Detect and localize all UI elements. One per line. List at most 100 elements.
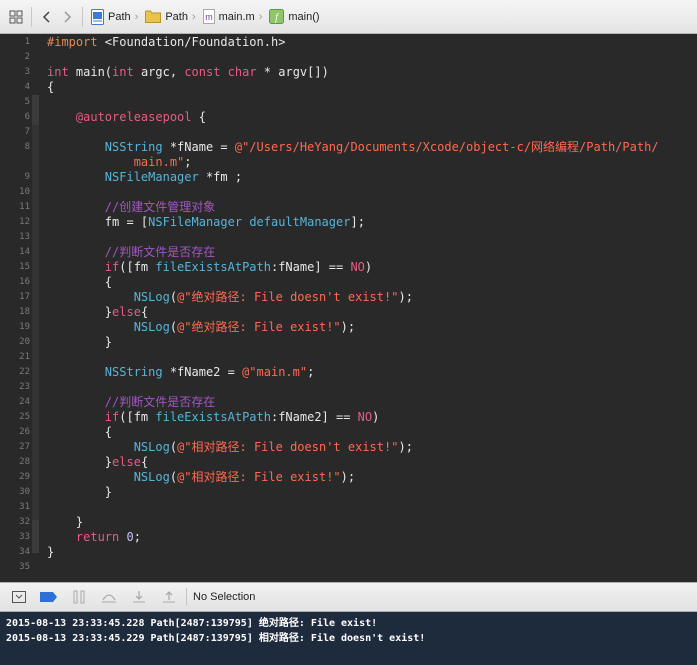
step-out-button[interactable] (154, 583, 184, 611)
line-number: 7 (24, 127, 30, 137)
code-token: ) (364, 260, 373, 274)
code-line: if([fm fileExistsAtPath:fName2] == NO) (47, 410, 380, 425)
pause-button[interactable] (64, 583, 94, 611)
line-number: 21 (19, 352, 30, 362)
line-number: 10 (19, 187, 30, 197)
step-into-button[interactable] (124, 583, 154, 611)
line-number: 22 (19, 367, 30, 377)
code-line: NSString *fName2 = @"main.m"; (47, 365, 315, 380)
code-fold-ribbon[interactable] (32, 125, 39, 520)
line-number: 33 (19, 532, 30, 542)
line-number: 12 (19, 217, 30, 227)
code-line: NSLog(@"绝对路径: File doesn't exist!"); (47, 290, 413, 305)
breadcrumb-project[interactable]: Path (91, 8, 131, 25)
code-token: defaultManager (249, 215, 351, 229)
code-token: :fName2] == (270, 410, 358, 424)
line-number: 3 (24, 67, 30, 77)
code-token: fileExistsAtPath (155, 410, 271, 424)
code-token: NSString (104, 140, 163, 154)
code-token: main.m" (47, 155, 185, 169)
console-line: 2015-08-13 23:33:45.229 Path[2487:139795… (6, 633, 426, 644)
code-token: NSString (104, 365, 163, 379)
breakpoints-toggle-button[interactable] (34, 583, 64, 611)
line-number: 17 (19, 292, 30, 302)
code-line: //判断文件是否存在 (47, 395, 215, 410)
code-line: int main(int argc, const char * argv[]) (47, 65, 329, 80)
hide-debug-area-icon (12, 591, 26, 603)
line-number: 29 (19, 472, 30, 482)
line-number: 30 (19, 487, 30, 497)
objc-file-icon: m (202, 9, 215, 24)
step-out-icon (163, 591, 175, 603)
line-number: 19 (19, 322, 30, 332)
code-token: //判断文件是否存在 (104, 245, 216, 259)
code-line: } (47, 515, 83, 530)
forward-button[interactable] (57, 7, 77, 27)
line-number: 1 (24, 37, 30, 47)
chevron-right-icon: › (258, 10, 263, 23)
jump-bar: Path › Path › m main.m › f main() (0, 0, 697, 34)
line-number: 27 (19, 442, 30, 452)
line-number: 9 (24, 172, 30, 182)
code-token: ); (398, 290, 413, 304)
step-over-button[interactable] (94, 583, 124, 611)
source-editor[interactable]: 1 #import <Foundation/Foundation.h> 2 3 int … (0, 34, 697, 582)
code-token: @"绝对路径: File exist!" (177, 320, 341, 334)
svg-text:m: m (205, 12, 213, 22)
code-line: }else{ (47, 305, 148, 320)
step-over-icon (102, 594, 116, 603)
code-token: ( (169, 320, 178, 334)
code-token: ); (340, 470, 356, 484)
console-line: 2015-08-13 23:33:45.228 Path[2487:139795… (6, 618, 378, 629)
code-token: main( (68, 65, 113, 79)
code-token: <Foundation/Foundation.h> (97, 35, 286, 49)
breadcrumb-function[interactable]: f main() (269, 9, 320, 24)
line-number: 8 (24, 142, 30, 152)
line-number: 23 (19, 382, 30, 392)
line-number: 14 (19, 247, 30, 257)
code-token: int (112, 65, 134, 79)
code-token: NSLog (133, 440, 170, 454)
breadcrumb-file[interactable]: m main.m (202, 9, 255, 24)
code-token: NSLog (133, 290, 170, 304)
code-token: @"绝对路径: File doesn't exist!" (177, 290, 399, 304)
code-token: //判断文件是否存在 (104, 395, 216, 409)
code-token: ( (169, 290, 178, 304)
pause-icon (73, 590, 85, 604)
line-number: 4 (24, 82, 30, 92)
code-token: } (47, 545, 55, 559)
line-number: 11 (19, 202, 30, 212)
code-token: return (75, 530, 120, 544)
code-token: { (47, 80, 55, 94)
code-token: ([fm (119, 260, 156, 274)
back-button[interactable] (37, 7, 57, 27)
code-line: } (47, 335, 112, 350)
hide-debug-area-button[interactable] (4, 583, 34, 611)
line-number: 31 (19, 502, 30, 512)
chevron-right-icon: › (134, 10, 139, 23)
console-output[interactable]: 2015-08-13 23:33:45.228 Path[2487:139795… (0, 612, 697, 665)
breakpoint-icon (40, 592, 57, 602)
code-line: NSLog(@"相对路径: File doesn't exist!"); (47, 440, 413, 455)
code-line: } (47, 545, 54, 560)
code-token: } (47, 335, 113, 349)
code-token: *fName2 = (162, 365, 243, 379)
code-token: @autoreleasepool (75, 110, 192, 124)
related-items-button[interactable] (6, 7, 26, 27)
debug-bar: No Selection (0, 582, 697, 612)
code-token: ); (340, 320, 356, 334)
code-line: NSLog(@"绝对路径: File exist!"); (47, 320, 355, 335)
divider (31, 6, 32, 27)
breadcrumb-group[interactable]: Path (145, 10, 188, 23)
chevron-left-icon (42, 10, 50, 23)
code-token: ) (372, 410, 380, 424)
line-number: 18 (19, 307, 30, 317)
function-icon: f (269, 9, 285, 24)
code-token: @"/Users/HeYang/Documents/Xcode/object-c… (234, 140, 659, 154)
line-number: 2 (24, 52, 30, 62)
code-token: ]; (350, 215, 365, 229)
